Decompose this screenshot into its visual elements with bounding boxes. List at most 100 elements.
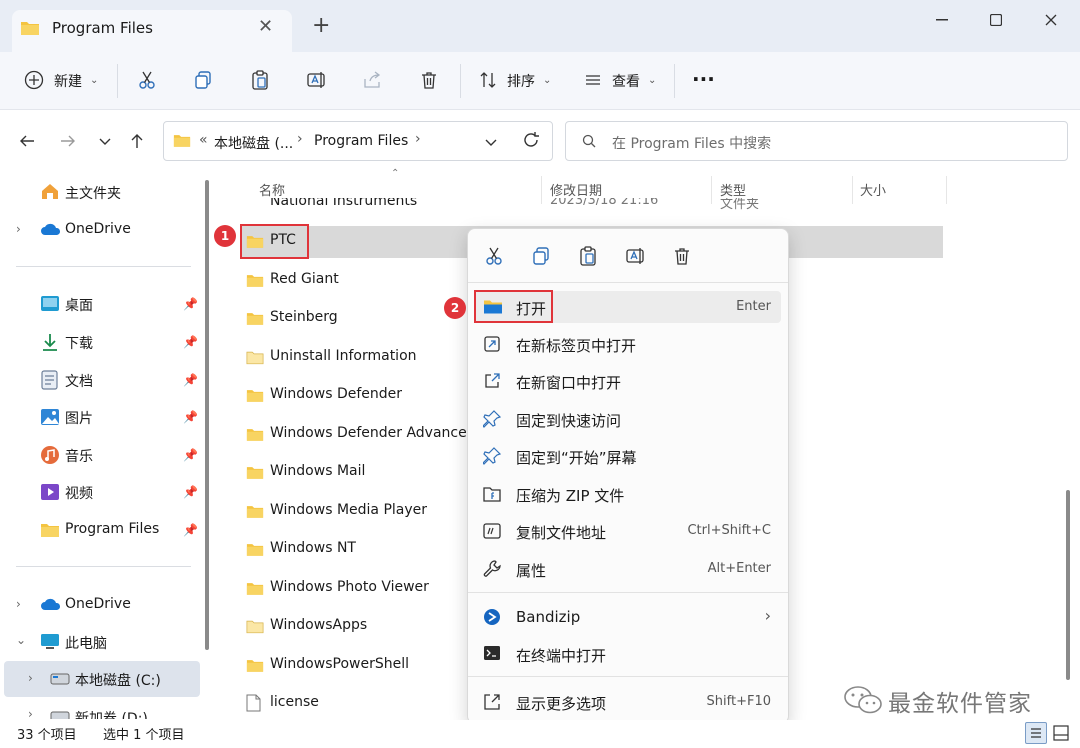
- picture-icon: [40, 407, 60, 427]
- menu-rename-icon[interactable]: [619, 240, 651, 272]
- menu-cut-icon[interactable]: [478, 240, 510, 272]
- pin-icon[interactable]: 📌: [183, 410, 198, 424]
- paste-icon[interactable]: [246, 66, 274, 94]
- breadcrumb-local-disk[interactable]: 本地磁盘 (...: [214, 133, 293, 153]
- forward-arrow-icon[interactable]: [55, 128, 81, 154]
- chevron-down-icon[interactable]: ⌄: [16, 633, 26, 647]
- sidebar-item-onedrive[interactable]: › OneDrive: [0, 212, 200, 248]
- search-input[interactable]: 在 Program Files 中搜索: [612, 133, 771, 153]
- chevron-right-icon[interactable]: ›: [28, 671, 33, 685]
- pin-icon[interactable]: 📌: [183, 485, 198, 499]
- file-row-partial[interactable]: National Instruments 2023/3/18 21:16 文件夹: [240, 198, 940, 212]
- sidebar-item-program-files[interactable]: Program Files 📌: [0, 512, 200, 548]
- share-icon[interactable]: [358, 66, 386, 94]
- sidebar-scrollbar[interactable]: [205, 180, 209, 650]
- chevron-right-icon[interactable]: ›: [16, 222, 21, 236]
- sort-button[interactable]: 排序: [507, 71, 535, 91]
- address-dropdown-icon[interactable]: [484, 135, 498, 149]
- details-view-icon[interactable]: [1025, 722, 1047, 744]
- sidebar-item-this-pc[interactable]: ⌄ 此电脑: [0, 624, 200, 660]
- sidebar-item-onedrive-2[interactable]: › OneDrive: [0, 587, 200, 623]
- menu-item-properties[interactable]: 属性 Alt+Enter: [475, 552, 781, 586]
- file-type: 文件夹: [720, 198, 760, 212]
- file-modified: 2023/3/18 21:16: [550, 198, 659, 208]
- cut-icon[interactable]: [133, 66, 161, 94]
- file-list-scrollbar[interactable]: [1066, 490, 1070, 680]
- tiles-view-icon[interactable]: [1052, 724, 1070, 742]
- file-name: Windows Mail: [270, 463, 366, 479]
- back-arrow-icon[interactable]: [14, 128, 40, 154]
- new-tab-icon: [483, 335, 501, 353]
- menu-item-copy-path[interactable]: 复制文件地址 Ctrl+Shift+C: [475, 514, 781, 548]
- sidebar-item-desktop[interactable]: 桌面 📌: [0, 286, 200, 322]
- copy-icon[interactable]: [189, 66, 217, 94]
- file-name: Red Giant: [270, 271, 339, 287]
- file-row[interactable]: Windows Defender Advanced: [240, 416, 468, 454]
- maximize-icon[interactable]: [976, 8, 1016, 32]
- menu-item-bandizip[interactable]: Bandizip ›: [475, 600, 781, 634]
- menu-divider: [468, 592, 788, 593]
- chevron-right-icon[interactable]: ›: [16, 597, 21, 611]
- chevron-right-icon[interactable]: ›: [28, 707, 33, 719]
- new-tab-button[interactable]: +: [312, 15, 330, 37]
- pin-icon[interactable]: 📌: [183, 335, 198, 349]
- file-name: National Instruments: [270, 198, 418, 209]
- menu-divider: [468, 676, 788, 677]
- breadcrumb-overflow[interactable]: «: [199, 132, 208, 148]
- breadcrumb-program-files[interactable]: Program Files: [314, 133, 408, 149]
- file-name: Windows Media Player: [270, 502, 428, 518]
- pin-icon[interactable]: 📌: [183, 297, 198, 311]
- view-button[interactable]: 查看: [612, 71, 640, 91]
- new-button[interactable]: 新建: [54, 71, 82, 91]
- pin-icon[interactable]: 📌: [183, 373, 198, 387]
- menu-item-compress-zip[interactable]: 压缩为 ZIP 文件: [475, 477, 781, 511]
- recent-chevron-icon[interactable]: [92, 128, 118, 154]
- rename-icon[interactable]: [302, 66, 330, 94]
- menu-delete-icon[interactable]: [666, 240, 698, 272]
- folder-icon: [246, 311, 264, 326]
- menu-item-pin-quick-access[interactable]: 固定到快速访问: [475, 402, 781, 436]
- pin-icon[interactable]: 📌: [183, 523, 198, 537]
- menu-item-label: Bandizip: [516, 608, 581, 626]
- sidebar-item-documents[interactable]: 文档 📌: [0, 362, 200, 398]
- minimize-icon[interactable]: [922, 8, 962, 32]
- menu-item-pin-start[interactable]: 固定到“开始”屏幕: [475, 439, 781, 473]
- delete-icon[interactable]: [415, 66, 443, 94]
- refresh-icon[interactable]: [522, 131, 540, 149]
- menu-item-label: 压缩为 ZIP 文件: [516, 487, 625, 505]
- up-arrow-icon[interactable]: [124, 128, 150, 154]
- pin-icon: [483, 410, 501, 428]
- column-type[interactable]: 类型: [720, 180, 746, 199]
- column-divider[interactable]: [946, 176, 947, 204]
- menu-item-open-new-window[interactable]: 在新窗口中打开: [475, 364, 781, 398]
- sidebar-item-drive-c[interactable]: › 本地磁盘 (C:): [0, 661, 200, 697]
- folder-icon: [246, 542, 264, 557]
- column-modified[interactable]: 修改日期: [550, 180, 602, 199]
- menu-paste-icon[interactable]: [572, 240, 604, 272]
- new-plus-icon[interactable]: [20, 66, 48, 94]
- menu-item-label: 显示更多选项: [516, 695, 607, 713]
- menu-item-open-new-tab[interactable]: 在新标签页中打开: [475, 327, 781, 361]
- sidebar-item-home[interactable]: 主文件夹: [0, 174, 200, 210]
- column-name[interactable]: 名称: [259, 180, 285, 199]
- sidebar-item-downloads[interactable]: 下载 📌: [0, 324, 200, 360]
- sidebar-item-drive-d[interactable]: › 新加卷 (D:): [0, 699, 200, 719]
- menu-item-show-more[interactable]: 显示更多选项 Shift+F10: [475, 685, 781, 719]
- close-tab-icon[interactable]: ✕: [258, 16, 273, 37]
- sidebar-item-music[interactable]: 音乐 📌: [0, 437, 200, 473]
- sidebar-item-videos[interactable]: 视频 📌: [0, 474, 200, 510]
- column-size[interactable]: 大小: [860, 180, 886, 199]
- file-name: Windows Photo Viewer: [270, 579, 429, 595]
- menu-copy-icon[interactable]: [525, 240, 557, 272]
- sidebar-label: 音乐: [65, 449, 93, 465]
- folder-outline-icon: [246, 619, 264, 634]
- close-window-icon[interactable]: [1031, 8, 1071, 32]
- drive-icon: [50, 711, 70, 719]
- more-options-button[interactable]: ···: [692, 67, 715, 91]
- menu-item-open-terminal[interactable]: 在终端中打开: [475, 637, 781, 671]
- view-icon[interactable]: [579, 66, 607, 94]
- sidebar-label: 图片: [65, 411, 93, 427]
- sort-icon[interactable]: [474, 66, 502, 94]
- pin-icon[interactable]: 📌: [183, 448, 198, 462]
- sidebar-item-pictures[interactable]: 图片 📌: [0, 399, 200, 435]
